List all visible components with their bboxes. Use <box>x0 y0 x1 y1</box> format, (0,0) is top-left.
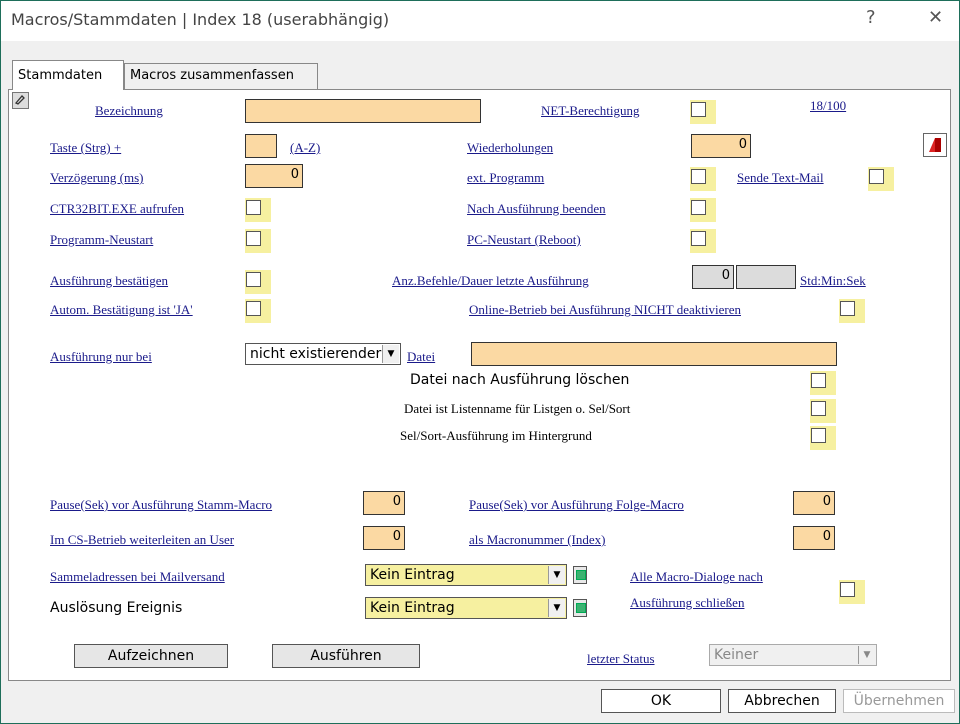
uebernehmen-button[interactable]: Übernehmen <box>843 689 955 713</box>
tab-stammdaten[interactable]: Stammdaten <box>12 60 124 90</box>
sel-sort-hintergrund-checkbox[interactable] <box>810 426 836 450</box>
programm-neustart-label: Programm-Neustart <box>50 232 154 247</box>
pause-stamm-macro-input[interactable]: 0 <box>363 491 405 515</box>
window-title: Macros/Stammdaten | Index 18 (userabhäng… <box>11 10 390 29</box>
dauer-field <box>736 265 796 289</box>
bezeichnung-label: Bezeichnung <box>95 103 163 118</box>
title-bar: Macros/Stammdaten | Index 18 (userabhäng… <box>1 1 959 41</box>
az-label: (A-Z) <box>290 140 321 155</box>
datei-loeschen-checkbox[interactable] <box>810 371 836 395</box>
taste-input[interactable] <box>245 134 277 158</box>
pc-neustart-label: PC-Neustart (Reboot) <box>467 232 581 247</box>
net-berechtigung-label: NET-Berechtigung <box>541 103 640 118</box>
cs-betrieb-input[interactable]: 0 <box>363 526 405 550</box>
ausfuehrung-nur-bei-value: nicht existierender <box>250 346 382 362</box>
verzoegerung-label: Verzögerung (ms) <box>50 170 144 185</box>
wiederholungen-label: Wiederholungen <box>467 140 554 155</box>
programm-neustart-checkbox[interactable] <box>245 229 271 253</box>
chevron-down-icon: ▼ <box>548 599 565 617</box>
ctr32bit-label: CTR32BIT.EXE aufrufen <box>50 201 185 216</box>
std-min-sek-label: Std:Min:Sek <box>800 273 866 288</box>
verzoegerung-input[interactable]: 0 <box>245 164 303 188</box>
datei-label: Datei <box>407 349 436 364</box>
sammeladressen-select[interactable]: Kein Eintrag ▼ <box>365 564 567 586</box>
cs-betrieb-label: Im CS-Betrieb weiterleiten an User <box>50 532 235 547</box>
ausloesung-ereignis-edit-icon[interactable] <box>573 599 587 617</box>
ext-programm-checkbox[interactable] <box>690 167 716 191</box>
anz-befehle-label: Anz.Befehle/Dauer letzte Ausführung <box>392 273 589 288</box>
sende-text-mail-label: Sende Text-Mail <box>737 170 824 185</box>
ausloesung-ereignis-value: Kein Eintrag <box>370 600 455 616</box>
datei-listenname-checkbox[interactable] <box>810 399 836 423</box>
pause-stamm-macro-label: Pause(Sek) vor Ausführung Stamm-Macro <box>50 497 273 512</box>
datei-loeschen-label: Datei nach Ausführung löschen <box>410 372 630 388</box>
chevron-down-icon: ▼ <box>382 345 399 363</box>
online-betrieb-label: Online-Betrieb bei Ausführung NICHT deak… <box>469 302 741 317</box>
ausloesung-ereignis-select[interactable]: Kein Eintrag ▼ <box>365 597 567 619</box>
taste-label: Taste (Strg) + <box>50 140 122 155</box>
datei-listenname-label: Datei ist Listenname für Listgen o. Sel/… <box>404 401 631 416</box>
letzter-status-value: Keiner <box>714 647 759 663</box>
online-betrieb-checkbox[interactable] <box>839 299 865 323</box>
sende-text-mail-checkbox[interactable] <box>868 167 894 191</box>
letzter-status-select: Keiner ▼ <box>709 644 877 666</box>
ausfuehren-button[interactable]: Ausführen <box>272 644 420 668</box>
letzter-status-label: letzter Status <box>587 651 655 666</box>
aufzeichnen-button[interactable]: Aufzeichnen <box>74 644 228 668</box>
index-counter: 18/100 <box>810 98 847 113</box>
anz-befehle-field: 0 <box>692 265 734 289</box>
ausfuehrung-bestaetigen-label: Ausführung bestätigen <box>50 273 169 288</box>
macronummer-label: als Macronummer (Index) <box>469 532 606 547</box>
nach-ausfuehrung-beenden-label: Nach Ausführung beenden <box>467 201 606 216</box>
sammeladressen-edit-icon[interactable] <box>573 566 587 584</box>
autom-bestaetigung-checkbox[interactable] <box>245 299 271 323</box>
chevron-down-icon: ▼ <box>858 646 875 664</box>
pause-folge-macro-label: Pause(Sek) vor Ausführung Folge-Macro <box>469 497 684 512</box>
paperclip-icon[interactable] <box>12 92 29 109</box>
ausloesung-ereignis-label: Auslösung Ereignis <box>50 600 183 616</box>
sammeladressen-value: Kein Eintrag <box>370 567 455 583</box>
alle-macro-dialoge-checkbox[interactable] <box>839 580 865 604</box>
macronummer-input[interactable]: 0 <box>793 526 835 550</box>
chevron-down-icon: ▼ <box>548 566 565 584</box>
bezeichnung-input[interactable] <box>245 99 481 123</box>
ausfuehrung-nur-bei-select[interactable]: nicht existierender ▼ <box>245 343 401 365</box>
pdf-icon[interactable] <box>923 133 947 157</box>
net-berechtigung-checkbox[interactable] <box>690 100 716 124</box>
alle-macro-dialoge-label-1: Alle Macro-Dialoge nach <box>630 569 763 584</box>
ext-programm-label: ext. Programm <box>467 170 545 185</box>
wiederholungen-input[interactable]: 0 <box>691 134 751 158</box>
alle-macro-dialoge-label-2: Ausführung schließen <box>630 595 745 610</box>
dialog-window: Macros/Stammdaten | Index 18 (userabhäng… <box>0 0 960 724</box>
nach-ausfuehrung-beenden-checkbox[interactable] <box>690 198 716 222</box>
ok-button[interactable]: OK <box>601 689 721 713</box>
pause-folge-macro-input[interactable]: 0 <box>793 491 835 515</box>
ctr32bit-checkbox[interactable] <box>245 198 271 222</box>
close-button[interactable]: ✕ <box>928 7 943 28</box>
ausfuehrung-bestaetigen-checkbox[interactable] <box>245 270 271 294</box>
help-button[interactable]: ? <box>866 7 876 28</box>
abbrechen-button[interactable]: Abbrechen <box>728 689 836 713</box>
tab-macros-zusammenfassen[interactable]: Macros zusammenfassen <box>124 63 318 89</box>
sammeladressen-label: Sammeladressen bei Mailversand <box>50 569 225 584</box>
pc-neustart-checkbox[interactable] <box>690 229 716 253</box>
datei-input[interactable] <box>471 342 837 366</box>
stammdaten-panel: Bezeichnung NET-Berechtigung 18/100 Tast… <box>8 89 951 681</box>
ausfuehrung-nur-bei-label: Ausführung nur bei <box>50 349 152 364</box>
sel-sort-hintergrund-label: Sel/Sort-Ausführung im Hintergrund <box>400 428 592 443</box>
autom-bestaetigung-label: Autom. Bestätigung ist 'JA' <box>50 302 193 317</box>
